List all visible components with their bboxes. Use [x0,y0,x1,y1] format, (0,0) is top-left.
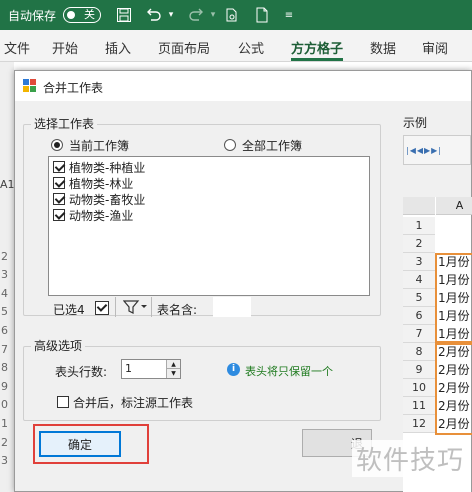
sheet-list[interactable]: 植物类-种植业 植物类-林业 动物类-畜牧业 动物类-渔业 [48,156,370,296]
row-number: 2 [1,436,8,449]
merge-sheets-dialog: 合并工作表 选择工作表 当前工作簿 全部工作簿 植物类-种植业 植物类-林业 动… [14,70,472,492]
example-row-number: 5 [403,289,435,307]
save-icon[interactable] [114,5,134,25]
tab-review[interactable]: 审阅 [422,38,448,57]
example-row-number: 12 [403,415,435,433]
divider [115,297,116,317]
example-row-number: 6 [403,307,435,325]
radio-current-workbook-label: 当前工作簿 [69,139,130,153]
list-item[interactable]: 动物类-畜牧业 [53,191,145,207]
funnel-icon[interactable] [122,299,147,318]
watermark: 软件技巧 [351,440,468,477]
example-cell [436,217,472,235]
name-box[interactable]: A1 [0,178,15,191]
redo-icon[interactable] [184,5,208,25]
example-row-number: 3 [403,253,435,271]
dialog-title-bar: 合并工作表 [15,71,471,101]
row-number: 8 [1,361,8,374]
example-label: 示例 [403,116,428,130]
row-number: 7 [1,343,8,356]
selected-count: 已选4 [53,303,85,317]
sheet-checkbox[interactable] [53,177,65,189]
new-document-icon[interactable] [252,5,272,25]
example-row-number: 1 [403,217,435,235]
example-row-number: 2 [403,235,435,253]
divider [151,297,152,317]
dialog-title: 合并工作表 [43,81,104,95]
mark-source-checkbox[interactable] [57,396,69,408]
autosave-label: 自动保存 [8,9,57,23]
sheet-checkbox[interactable] [53,209,65,221]
info-icon: i [227,363,240,376]
undo-dropdown-icon[interactable]: ▾ [166,5,176,25]
sheet-name-filter-input[interactable] [213,297,251,317]
tab-insert[interactable]: 插入 [105,38,131,57]
list-item[interactable]: 植物类-林业 [53,175,133,191]
row-number: 9 [1,380,8,393]
radio-all-workbooks-label: 全部工作簿 [242,139,303,153]
select-all-checkbox[interactable] [95,301,109,315]
toggle-knob [67,11,75,19]
tab-page-layout[interactable]: 页面布局 [158,38,210,57]
advanced-options-label: 高级选项 [31,337,86,354]
sheet-name-filter-label: 表名含: [157,303,198,317]
excel-title-bar: 自动保存 关 ▾ ▾ ≡ [0,0,472,30]
sheet-name: 植物类-林业 [69,176,134,191]
row-number: 0 [1,398,8,411]
group-1-highlight [435,253,472,343]
example-row-number: 4 [403,271,435,289]
mark-source-label: 合并后，标注源工作表 [73,396,194,410]
highlight-box [33,424,149,464]
row-number: 3 [1,454,8,467]
row-number: 2 [1,250,8,263]
radio-all-workbooks[interactable] [224,139,236,151]
ribbon-tab-bar: 文件 开始 插入 页面布局 公式 方方格子 数据 审阅 [0,30,472,62]
example-row-number: 10 [403,379,435,397]
header-rows-label: 表头行数: [55,365,108,379]
toggle-state-label: 关 [84,8,95,21]
undo-icon[interactable] [142,5,166,25]
example-row-number: 8 [403,343,435,361]
customize-toolbar-icon[interactable]: ≡ [282,5,296,25]
app-icon [23,79,37,96]
list-item[interactable]: 植物类-种植业 [53,159,145,175]
example-row: 2 [403,235,472,253]
sheet-name: 动物类-畜牧业 [69,192,146,207]
tab-file[interactable]: 文件 [4,38,30,57]
example-col-header: A [436,197,472,215]
tab-formulas[interactable]: 公式 [238,38,264,57]
info-text: 表头将只保留一个 [245,365,333,378]
stepper-up-icon[interactable]: ▲ [166,360,180,369]
corner-cell [403,197,435,215]
list-item[interactable]: 动物类-渔业 [53,207,133,223]
row-number: 6 [1,324,8,337]
row-number: 4 [1,287,8,300]
autosave-toggle[interactable]: 关 [63,7,101,23]
select-sheets-group-label: 选择工作表 [31,115,98,132]
tab-fangfang-gezi[interactable]: 方方格子 [291,38,344,61]
header-rows-value: 1 [125,362,132,375]
group-2-highlight [435,343,472,435]
sheet-checkbox[interactable] [53,193,65,205]
row-number: 5 [1,305,8,318]
sheet-nav-icon: |◀◀▶▶| [406,146,442,155]
row-number: 1 [1,417,8,430]
format-painter-icon[interactable] [222,5,242,25]
example-row-number: 7 [403,325,435,343]
sheet-name: 动物类-渔业 [69,208,134,223]
example-row-number: 9 [403,361,435,379]
tab-data[interactable]: 数据 [370,38,396,57]
example-row-number: 11 [403,397,435,415]
example-cell [436,235,472,253]
redo-dropdown-icon[interactable]: ▾ [208,5,218,25]
radio-current-workbook[interactable] [51,139,63,151]
tab-home[interactable]: 开始 [52,38,78,57]
example-toolbar: |◀◀▶▶| [403,135,471,165]
header-rows-stepper[interactable]: 1 ▲ ▼ [121,359,181,379]
sheet-name: 植物类-种植业 [69,160,146,175]
example-row: 1 [403,217,472,235]
row-number: 3 [1,268,8,281]
sheet-checkbox[interactable] [53,161,65,173]
stepper-down-icon[interactable]: ▼ [166,369,180,378]
